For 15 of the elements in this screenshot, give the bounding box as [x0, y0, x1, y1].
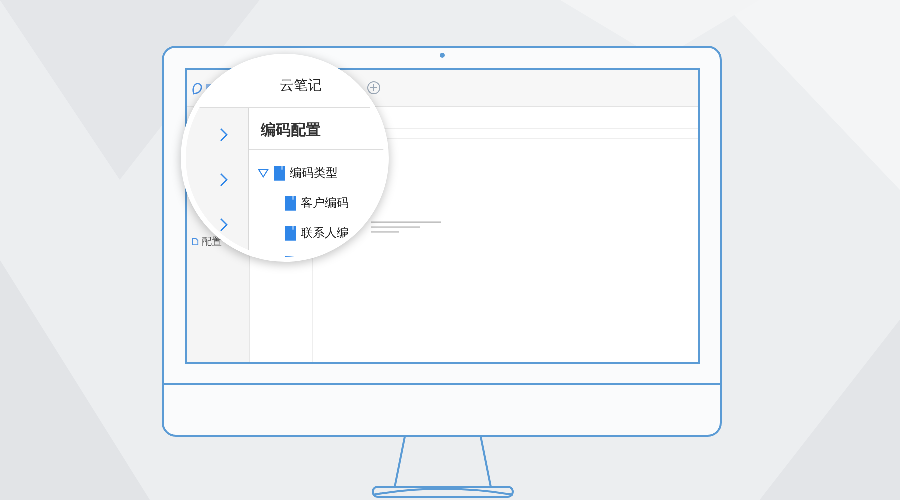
chevron-right-icon[interactable]	[220, 218, 228, 232]
note-icon	[285, 196, 296, 210]
panel-title: 编码配置	[261, 121, 321, 140]
tree-item[interactable]: 客户编码	[301, 194, 349, 212]
tree-item[interactable]: 编码类型	[290, 164, 338, 182]
app-title: 云笔记	[280, 77, 322, 95]
add-icon[interactable]	[367, 81, 381, 95]
document-icon	[192, 238, 199, 246]
camera-icon	[440, 53, 445, 58]
blurred-text-drawing	[371, 221, 441, 235]
note-icon	[274, 166, 285, 180]
note-icon	[285, 226, 296, 240]
chevron-right-icon[interactable]	[220, 128, 228, 142]
chevron-right-icon[interactable]	[220, 173, 228, 187]
expand-triangle-icon[interactable]	[258, 168, 269, 178]
